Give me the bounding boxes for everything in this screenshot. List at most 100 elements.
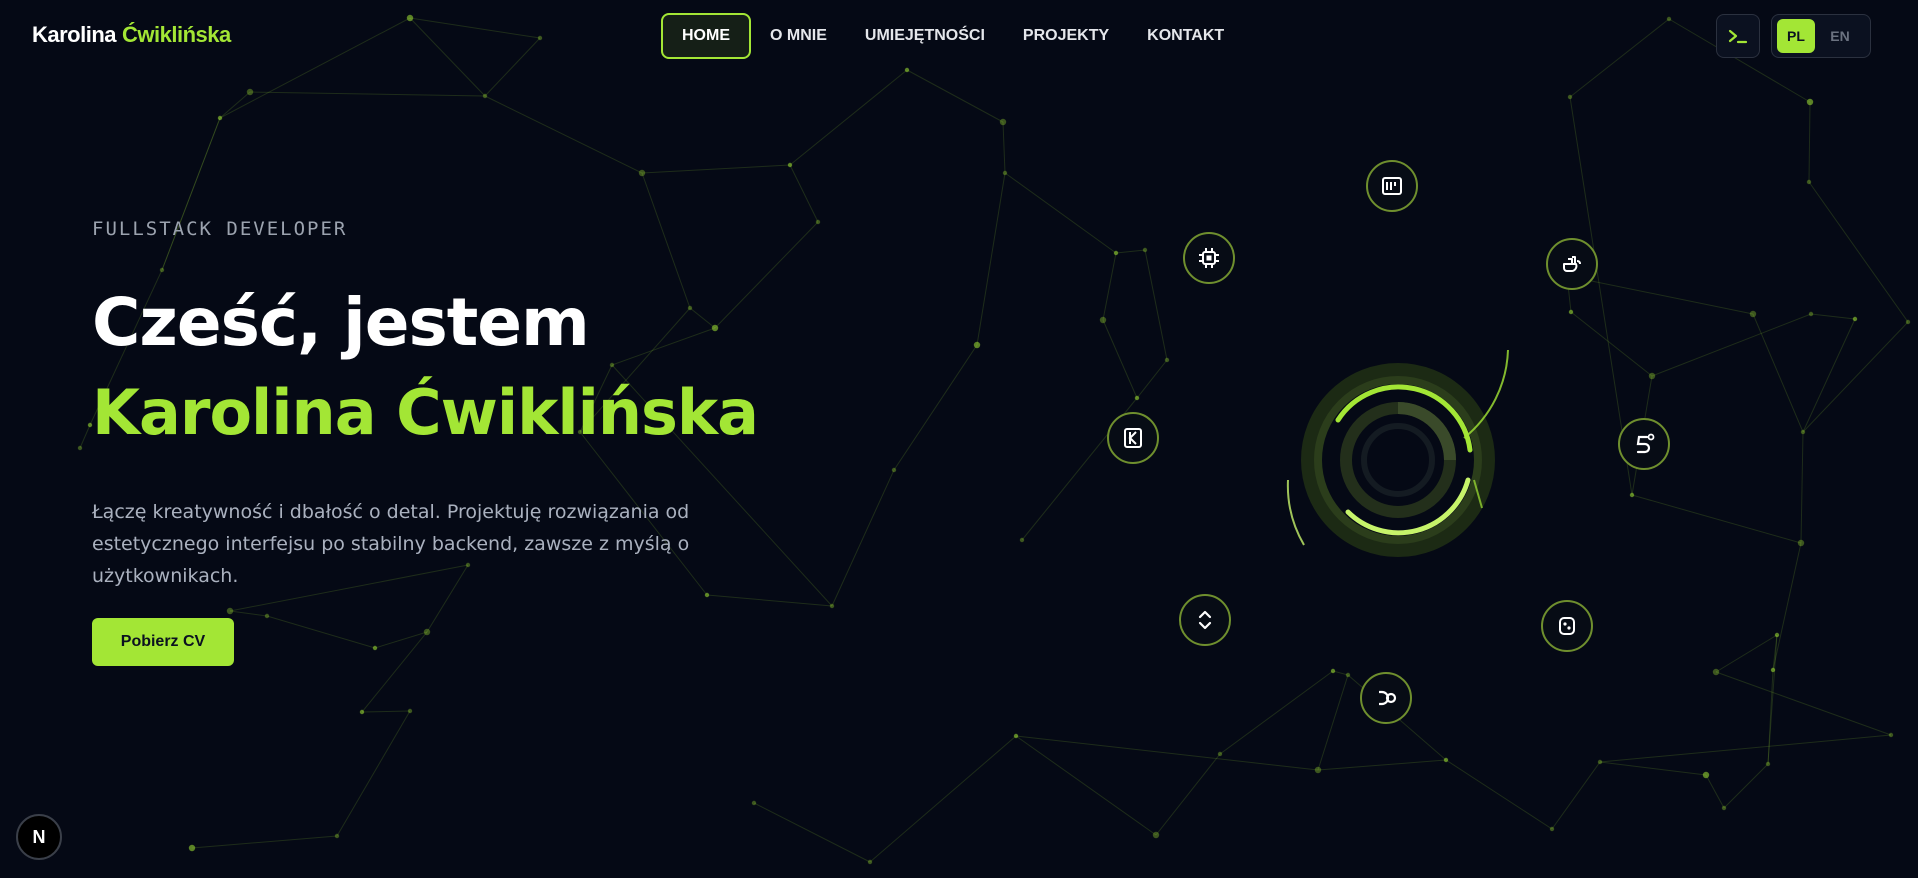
- network-line: [409, 17, 486, 97]
- download-cv-button[interactable]: Pobierz CV: [92, 618, 234, 666]
- network-line: [1317, 759, 1447, 771]
- network-line: [361, 631, 428, 713]
- kotlin-icon[interactable]: [1107, 412, 1159, 464]
- nav-home[interactable]: HOME: [661, 13, 751, 59]
- network-node: [1013, 733, 1019, 739]
- network-node: [711, 324, 719, 332]
- lang-en[interactable]: EN: [1821, 19, 1859, 53]
- network-node: [1721, 805, 1727, 811]
- network-node: [482, 93, 488, 99]
- network-node: [406, 14, 414, 22]
- terminal-icon: [1728, 29, 1748, 44]
- brand-logo[interactable]: Karolina Ćwiklińska: [32, 22, 231, 48]
- nextjs-badge[interactable]: N: [16, 814, 62, 860]
- code-brackets-icon: [1198, 610, 1212, 630]
- network-node: [1712, 668, 1720, 676]
- network-line: [1566, 275, 1754, 315]
- network-line: [1705, 774, 1725, 809]
- network-line: [484, 37, 541, 97]
- network-node: [815, 219, 821, 225]
- docker-icon[interactable]: [1546, 238, 1598, 290]
- network-line: [1115, 249, 1146, 254]
- network-node: [372, 645, 378, 651]
- network-node: [1549, 826, 1555, 832]
- network-line: [266, 615, 376, 649]
- network-node: [1217, 751, 1223, 757]
- network-line: [1715, 634, 1778, 673]
- network-node: [751, 800, 757, 806]
- chip-icon[interactable]: [1183, 232, 1235, 284]
- network-node: [246, 88, 254, 96]
- network-line: [1155, 753, 1221, 836]
- network-node: [1806, 98, 1814, 106]
- description-line: estetycznego interfejsu po stabilny back…: [92, 533, 690, 555]
- network-node: [159, 267, 165, 273]
- network-line: [1317, 674, 1349, 771]
- network-line: [1015, 735, 1157, 836]
- network-node: [999, 118, 1007, 126]
- hero-section: FULLSTACK DEVELOPER Cześć, jestem Karoli…: [92, 218, 792, 587]
- network-line: [409, 17, 541, 39]
- network-node: [1314, 766, 1322, 774]
- network-line: [336, 710, 411, 837]
- network-node: [1905, 319, 1911, 325]
- network-node: [77, 445, 83, 451]
- network-line: [191, 835, 338, 849]
- network-line: [361, 710, 411, 713]
- network-line: [484, 95, 643, 174]
- language-switch: PL EN: [1771, 14, 1871, 58]
- network-line: [1800, 431, 1804, 544]
- html5-icon[interactable]: [1618, 418, 1670, 470]
- brand-last-name: Ćwiklińska: [122, 22, 231, 47]
- code-brackets-icon[interactable]: [1179, 594, 1231, 646]
- network-line: [1802, 318, 1856, 433]
- network-node: [1806, 179, 1812, 185]
- nav-about[interactable]: O MNIE: [751, 13, 846, 59]
- network-node: [1666, 16, 1672, 22]
- network-line: [1651, 313, 1812, 377]
- nav-contact[interactable]: KONTAKT: [1128, 13, 1243, 59]
- network-node: [217, 115, 223, 121]
- nav-skills[interactable]: UMIEJĘTNOŚCI: [846, 13, 1004, 59]
- note-icon: [1382, 177, 1402, 195]
- hero-greeting: Cześć, jestem: [92, 284, 590, 361]
- network-node: [609, 362, 615, 368]
- network-node: [1770, 667, 1776, 673]
- network-line: [1723, 763, 1769, 809]
- hero-name: Karolina Ćwiklińska: [92, 376, 759, 449]
- network-line: [1752, 313, 1804, 433]
- nav-projects[interactable]: PROJEKTY: [1004, 13, 1128, 59]
- note-icon[interactable]: [1366, 160, 1418, 212]
- gamepad-icon[interactable]: [1541, 600, 1593, 652]
- network-node: [359, 709, 365, 715]
- network-line: [789, 164, 819, 223]
- network-node: [1134, 395, 1140, 401]
- network-line: [706, 594, 833, 607]
- network-node: [1774, 632, 1780, 638]
- lang-pl[interactable]: PL: [1777, 19, 1815, 53]
- network-line: [249, 91, 486, 97]
- network-node: [1808, 311, 1814, 317]
- terminal-button[interactable]: [1716, 14, 1760, 58]
- network-node: [904, 67, 910, 73]
- network-node: [1800, 429, 1806, 435]
- role-eyebrow: FULLSTACK DEVELOPER: [92, 218, 348, 240]
- description-line: użytkownikach.: [92, 565, 239, 587]
- network-line: [831, 469, 895, 607]
- network-line: [79, 424, 91, 449]
- docker-icon: [1563, 256, 1581, 272]
- network-line: [1551, 761, 1601, 830]
- network-node: [638, 169, 646, 177]
- notion-icon[interactable]: [1360, 672, 1412, 724]
- network-line: [1808, 181, 1909, 323]
- network-line: [1599, 761, 1707, 776]
- network-line: [1004, 172, 1117, 254]
- main-nav: HOME O MNIE UMIEJĘTNOŚCI PROJEKTY KONTAK…: [661, 13, 1243, 59]
- network-node: [1765, 761, 1771, 767]
- rotating-orb: [1286, 349, 1509, 557]
- network-node: [1702, 771, 1710, 779]
- network-node: [891, 467, 897, 473]
- network-node: [1568, 309, 1574, 315]
- network-node: [867, 859, 873, 865]
- network-node: [226, 607, 234, 615]
